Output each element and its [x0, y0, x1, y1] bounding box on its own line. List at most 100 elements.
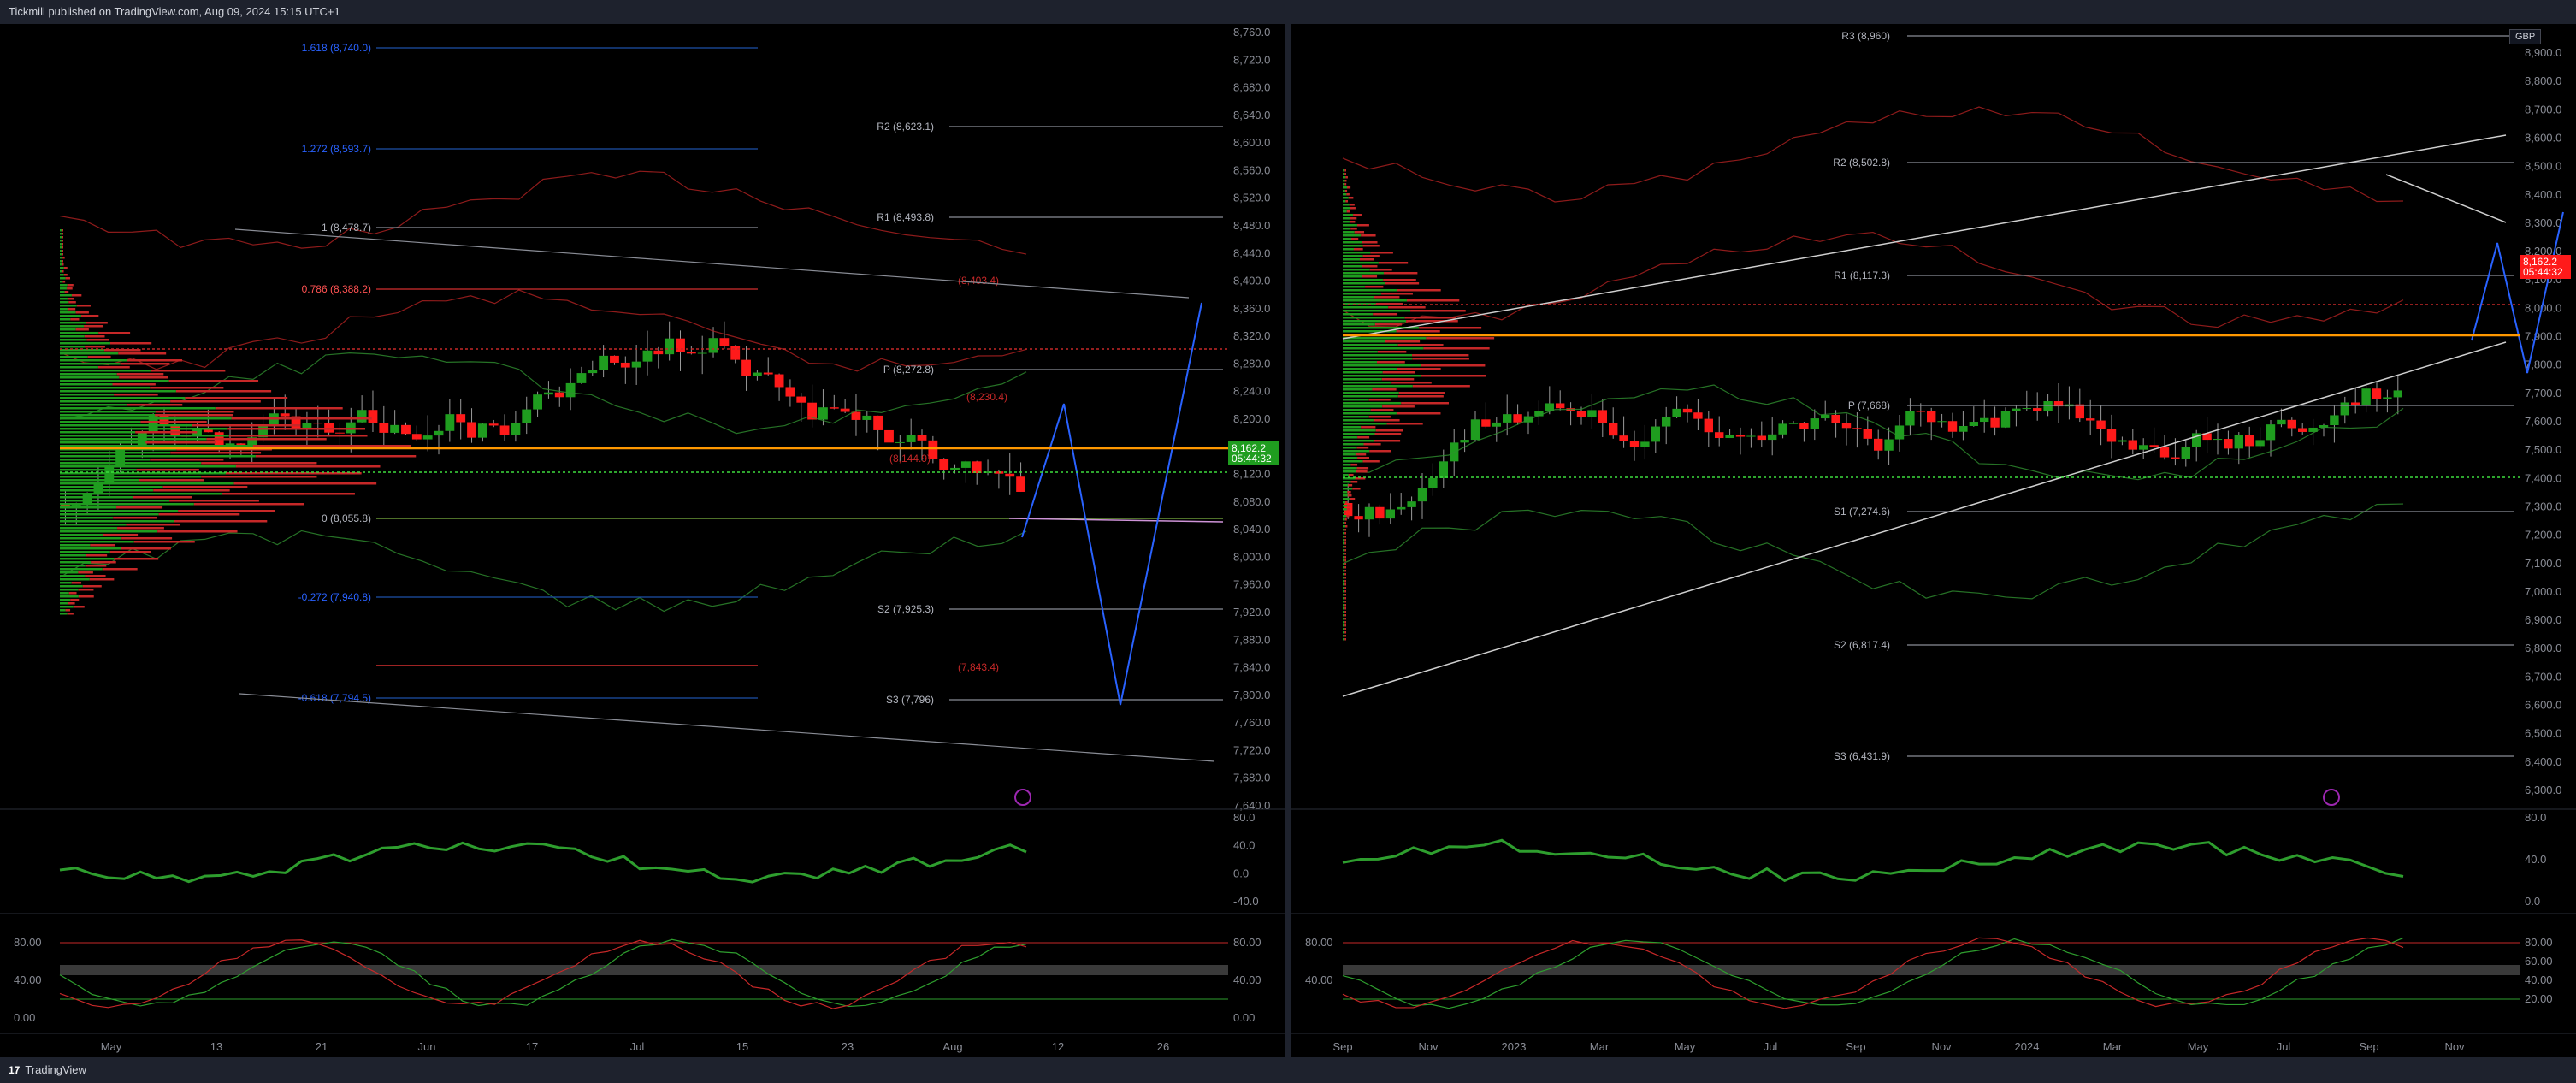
- candle-body: [533, 394, 542, 410]
- volume-profile-bar: [60, 250, 62, 252]
- candle-body: [379, 423, 389, 433]
- price-axis-label: 8,400.0: [1233, 275, 1270, 287]
- volume-profile-bar: [1343, 382, 1392, 384]
- panel-divider[interactable]: [1285, 24, 1291, 1057]
- time-axis-label: May: [101, 1040, 122, 1053]
- volume-profile-bar: [1412, 354, 1469, 357]
- candle-body: [1556, 403, 1565, 409]
- volume-profile-bar: [1343, 169, 1345, 172]
- candle-body: [1799, 423, 1809, 429]
- candle-body: [1629, 441, 1640, 447]
- volume-profile-bar: [103, 534, 139, 536]
- time-axis-label: 2024: [2015, 1040, 2040, 1053]
- volume-profile-bar: [84, 325, 104, 328]
- top-bar: Tickmill published on TradingView.com, A…: [0, 0, 2576, 24]
- candle-body: [960, 461, 971, 468]
- volume-profile-bar: [1361, 426, 1376, 429]
- volume-profile-bar: [1362, 241, 1378, 244]
- pivot-label: R3 (8,960): [1841, 30, 1890, 42]
- price-axis-label: 7,880.0: [1233, 633, 1270, 646]
- volume-profile-bar: [1377, 361, 1405, 364]
- volume-profile-bar: [155, 411, 234, 413]
- volume-profile-bar: [1396, 412, 1441, 415]
- candle-body: [93, 482, 103, 494]
- volume-profile-bar: [1343, 224, 1357, 227]
- right-chart-panel[interactable]: 8,900.0 8,800.0 8,700.0 8,600.0 8,500.0 8,400…: [1291, 24, 2576, 1057]
- volume-profile-bar: [60, 568, 103, 571]
- price-axis-label: 8,280.0: [1233, 357, 1270, 370]
- volume-profile-bar: [60, 496, 133, 499]
- volume-profile-bar: [60, 359, 127, 362]
- volume-profile-bar: [1344, 542, 1346, 545]
- volume-profile-bar: [1343, 340, 1385, 343]
- volume-profile-bar: [1343, 245, 1363, 247]
- volume-profile-bar: [1343, 583, 1345, 586]
- volume-profile-bar: [64, 291, 69, 293]
- volume-profile-bar: [1343, 631, 1345, 634]
- left-chart-canvas[interactable]: 8,760.0 8,720.0 8,680.0 8,640.0 8,600.0 8,560…: [0, 24, 1285, 1057]
- candle-body: [422, 435, 433, 440]
- volume-profile-bar: [60, 489, 154, 492]
- volume-profile-bar: [1356, 224, 1369, 227]
- volume-profile-bar: [1343, 440, 1374, 442]
- volume-profile-bar: [1343, 241, 1362, 244]
- candle-body: [840, 408, 850, 412]
- candle-body: [2022, 408, 2031, 410]
- volume-profile-bar: [60, 493, 222, 495]
- volume-profile-bar: [150, 459, 224, 461]
- volume-profile-bar: [1343, 323, 1375, 326]
- volume-profile-bar: [1385, 282, 1420, 285]
- volume-profile-bar: [65, 609, 71, 612]
- price-axis-label: 8,720.0: [1233, 53, 1270, 66]
- volume-profile-bar: [1343, 193, 1347, 196]
- price-axis-label: 8,900.0: [2525, 46, 2561, 59]
- price-axis-label: 6,500.0: [2525, 727, 2561, 740]
- volume-profile-bar: [1347, 186, 1351, 189]
- volume-profile-bar: [1343, 601, 1345, 603]
- stoch-axis-right-label: 40.00: [2525, 974, 2553, 986]
- volume-profile-bar: [1343, 546, 1345, 548]
- price-axis-label: 7,900.0: [2525, 330, 2561, 343]
- price-axis-label: 8,360.0: [1233, 302, 1270, 315]
- left-chart-panel[interactable]: 8,760.0 8,720.0 8,680.0 8,640.0 8,600.0 8,560…: [0, 24, 1285, 1057]
- volume-profile-bar: [1344, 180, 1347, 182]
- volume-profile-bar: [60, 311, 76, 314]
- price-axis-label: 7,960.0: [1233, 578, 1270, 591]
- candle-body: [1735, 435, 1746, 437]
- candle-body: [1354, 516, 1363, 520]
- candle-body: [2043, 401, 2053, 411]
- volume-profile-bar: [1378, 262, 1409, 264]
- volume-profile-bar: [255, 455, 417, 458]
- volume-profile-bar: [1343, 405, 1383, 408]
- volume-profile-bar: [1343, 457, 1358, 459]
- candle-body: [2255, 440, 2265, 447]
- price-axis-label: 8,520.0: [1233, 192, 1270, 204]
- volume-profile-bar: [114, 394, 158, 396]
- volume-profile-bar: [1344, 618, 1346, 620]
- volume-profile-bar: [60, 455, 256, 458]
- currency-badge[interactable]: GBP: [2509, 29, 2542, 44]
- volume-profile-bar: [151, 370, 226, 372]
- volume-profile-bar: [1343, 286, 1366, 288]
- volume-profile-bar: [1343, 518, 1345, 521]
- volume-profile-bar: [1343, 207, 1350, 210]
- volume-profile-bar: [60, 274, 64, 276]
- tradingview-brand[interactable]: 17 TradingView: [9, 1063, 86, 1076]
- volume-profile-bar: [1344, 597, 1346, 600]
- volume-profile-bar: [60, 229, 62, 232]
- volume-profile-bar: [60, 236, 62, 239]
- volume-profile-bar: [1368, 416, 1391, 418]
- volume-profile-bar: [60, 315, 81, 317]
- candle-body: [499, 425, 510, 435]
- stoch-axis-right-label: 60.00: [2525, 955, 2553, 968]
- stoch-axis-left-label: 40.00: [14, 974, 42, 986]
- volume-profile-bar: [1345, 176, 1348, 179]
- volume-profile-bar: [1346, 515, 1350, 518]
- candle-body: [1959, 426, 1968, 432]
- right-chart-canvas[interactable]: 8,900.0 8,800.0 8,700.0 8,600.0 8,500.0 8,400…: [1291, 24, 2576, 1057]
- price-axis-label: 7,300.0: [2525, 500, 2561, 512]
- volume-profile-bar: [1343, 536, 1345, 538]
- volume-profile-bar: [1349, 204, 1355, 206]
- volume-profile-bar: [170, 400, 261, 403]
- candle-body: [1778, 423, 1787, 435]
